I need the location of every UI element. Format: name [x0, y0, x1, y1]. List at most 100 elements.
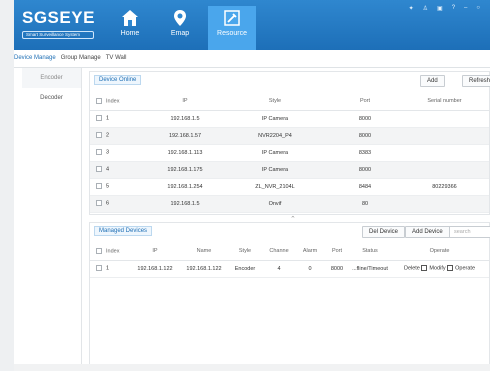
top-navigation-bar: SGSEYE Smart Surveillance System Home Em…	[14, 0, 490, 50]
del-device-button[interactable]: Del Device	[362, 226, 406, 238]
cell-style: NVR2204_P4	[220, 127, 330, 145]
device-type-sidebar: Encoder Decoder	[22, 68, 82, 364]
row-checkbox[interactable]	[96, 183, 102, 190]
row-checkbox[interactable]	[96, 132, 102, 139]
row-checkbox[interactable]	[96, 166, 102, 173]
wrench-icon	[224, 10, 240, 26]
refresh-button[interactable]: Refresh	[462, 75, 490, 87]
col-serial: Serial number	[400, 93, 489, 111]
cell-serial	[400, 144, 489, 162]
device-online-title: Device Online	[94, 75, 142, 85]
cell-port: 80	[330, 195, 400, 213]
col-ip: IP	[150, 93, 220, 111]
user-icon[interactable]: ♙	[423, 5, 428, 12]
add-device-button[interactable]: Add Device	[405, 226, 450, 238]
tab-tv-wall[interactable]: TV Wall	[106, 55, 127, 66]
edit-icon[interactable]	[446, 265, 453, 272]
col-ip: IP	[130, 243, 180, 261]
col-port: Port	[330, 93, 400, 111]
tab-device-manage[interactable]: Device Manage	[14, 55, 56, 66]
managed-devices-title: Managed Devices	[94, 226, 153, 236]
col-status: Status	[350, 243, 390, 261]
tab-group-manage[interactable]: Group Manage	[61, 55, 101, 66]
cell-serial	[400, 195, 489, 213]
bottom-strip	[14, 364, 490, 371]
table-row[interactable]: 3 192.168.1.113 IP Camera 8383	[90, 144, 489, 162]
search-input[interactable]: search	[449, 226, 490, 238]
sidebar-item-encoder[interactable]: Encoder	[22, 68, 81, 88]
cell-port: 8000	[330, 127, 400, 145]
col-name: Name	[180, 243, 228, 261]
cell-style: Encoder	[228, 260, 262, 278]
cell-serial	[400, 127, 489, 145]
cell-style: ZL_NVR_2104L	[220, 178, 330, 196]
nav-emap-label: Emap	[170, 30, 190, 37]
modify-link[interactable]: Modify	[429, 266, 445, 272]
cell-serial	[400, 161, 489, 179]
table-row[interactable]: 2 192.168.1.57 NVR2204_P4 8000	[90, 127, 489, 145]
brand: SGSEYE Smart Surveillance System	[22, 8, 95, 39]
cell-serial: 80229366	[400, 178, 489, 196]
lock-icon[interactable]: ▣	[437, 5, 443, 12]
cell-style: IP Camera	[220, 161, 330, 179]
row-checkbox[interactable]	[96, 265, 102, 272]
table-row[interactable]: 4 192.168.1.175 IP Camera 8000	[90, 161, 489, 179]
tab-divider	[14, 67, 490, 68]
left-margin	[0, 0, 14, 371]
nav-emap[interactable]: Emap	[156, 6, 204, 50]
close-icon[interactable]: ○	[476, 5, 480, 12]
cell-ip: 192.168.1.175	[150, 161, 220, 179]
nav-home[interactable]: Home	[106, 6, 154, 50]
cell-port: 8000	[330, 110, 400, 128]
managed-devices-table: Index IP Name Style Channe Alarm Port St…	[90, 243, 489, 278]
cell-status: ...fline/Timeout	[350, 260, 390, 278]
cell-index: 3	[106, 149, 110, 156]
delete-link[interactable]: Delete	[404, 266, 420, 272]
cell-style: Onvif	[220, 195, 330, 213]
cell-port: 8484	[330, 178, 400, 196]
cell-ip: 192.168.1.5	[150, 110, 220, 128]
cell-ip: 192.168.1.57	[150, 127, 220, 145]
col-channel: Channe	[262, 243, 296, 261]
pin-icon[interactable]: ✦	[409, 5, 414, 12]
nav-resource[interactable]: Resource	[208, 6, 256, 50]
cell-index: 6	[106, 200, 110, 207]
table-row[interactable]: 1 192.168.1.5 IP Camera 8000	[90, 110, 489, 128]
table-row[interactable]: 5 192.168.1.254 ZL_NVR_2104L 8484 80229366	[90, 178, 489, 196]
row-checkbox[interactable]	[96, 115, 102, 122]
cell-index: 1	[106, 115, 110, 122]
cell-ip: 192.168.1.254	[150, 178, 220, 196]
trash-icon[interactable]	[420, 265, 427, 272]
col-style: Style	[228, 243, 262, 261]
cell-operate: Delete Modify Operate	[390, 260, 489, 278]
table-row[interactable]: 1 192.168.1.122 192.168.1.122 Encoder 4 …	[90, 260, 489, 278]
managed-devices-panel: Managed Devices Del Device Add Device se…	[89, 222, 490, 365]
map-pin-icon	[174, 10, 186, 26]
window-controls: ✦ ♙ ▣ ? – ○	[409, 5, 480, 12]
select-all-checkbox[interactable]	[96, 98, 102, 105]
brand-subtitle: Smart Surveillance System	[22, 31, 94, 39]
col-index[interactable]: Index	[90, 93, 150, 111]
cell-ip: 192.168.1.113	[150, 144, 220, 162]
cell-index: 2	[106, 132, 110, 139]
help-icon[interactable]: ?	[452, 5, 455, 12]
cell-alarm: 0	[296, 260, 324, 278]
col-alarm: Alarm	[296, 243, 324, 261]
add-button[interactable]: Add	[420, 75, 445, 87]
col-index[interactable]: Index	[90, 243, 130, 261]
row-checkbox[interactable]	[96, 149, 102, 156]
cell-port: 8000	[330, 161, 400, 179]
brand-name: SGSEYE	[22, 8, 95, 27]
minimize-icon[interactable]: –	[464, 5, 467, 12]
table-row[interactable]: 6 192.168.1.5 Onvif 80	[90, 195, 489, 213]
sidebar-item-decoder[interactable]: Decoder	[22, 88, 81, 108]
cell-ip: 192.168.1.122	[130, 260, 180, 278]
operate-link[interactable]: Operate	[455, 266, 475, 272]
col-port: Port	[324, 243, 350, 261]
nav-resource-label: Resource	[217, 30, 247, 37]
cell-index: 5	[106, 183, 110, 190]
col-operate: Operate	[390, 243, 489, 261]
row-checkbox[interactable]	[96, 200, 102, 207]
nav-home-label: Home	[120, 30, 140, 37]
select-all-checkbox[interactable]	[96, 248, 102, 255]
